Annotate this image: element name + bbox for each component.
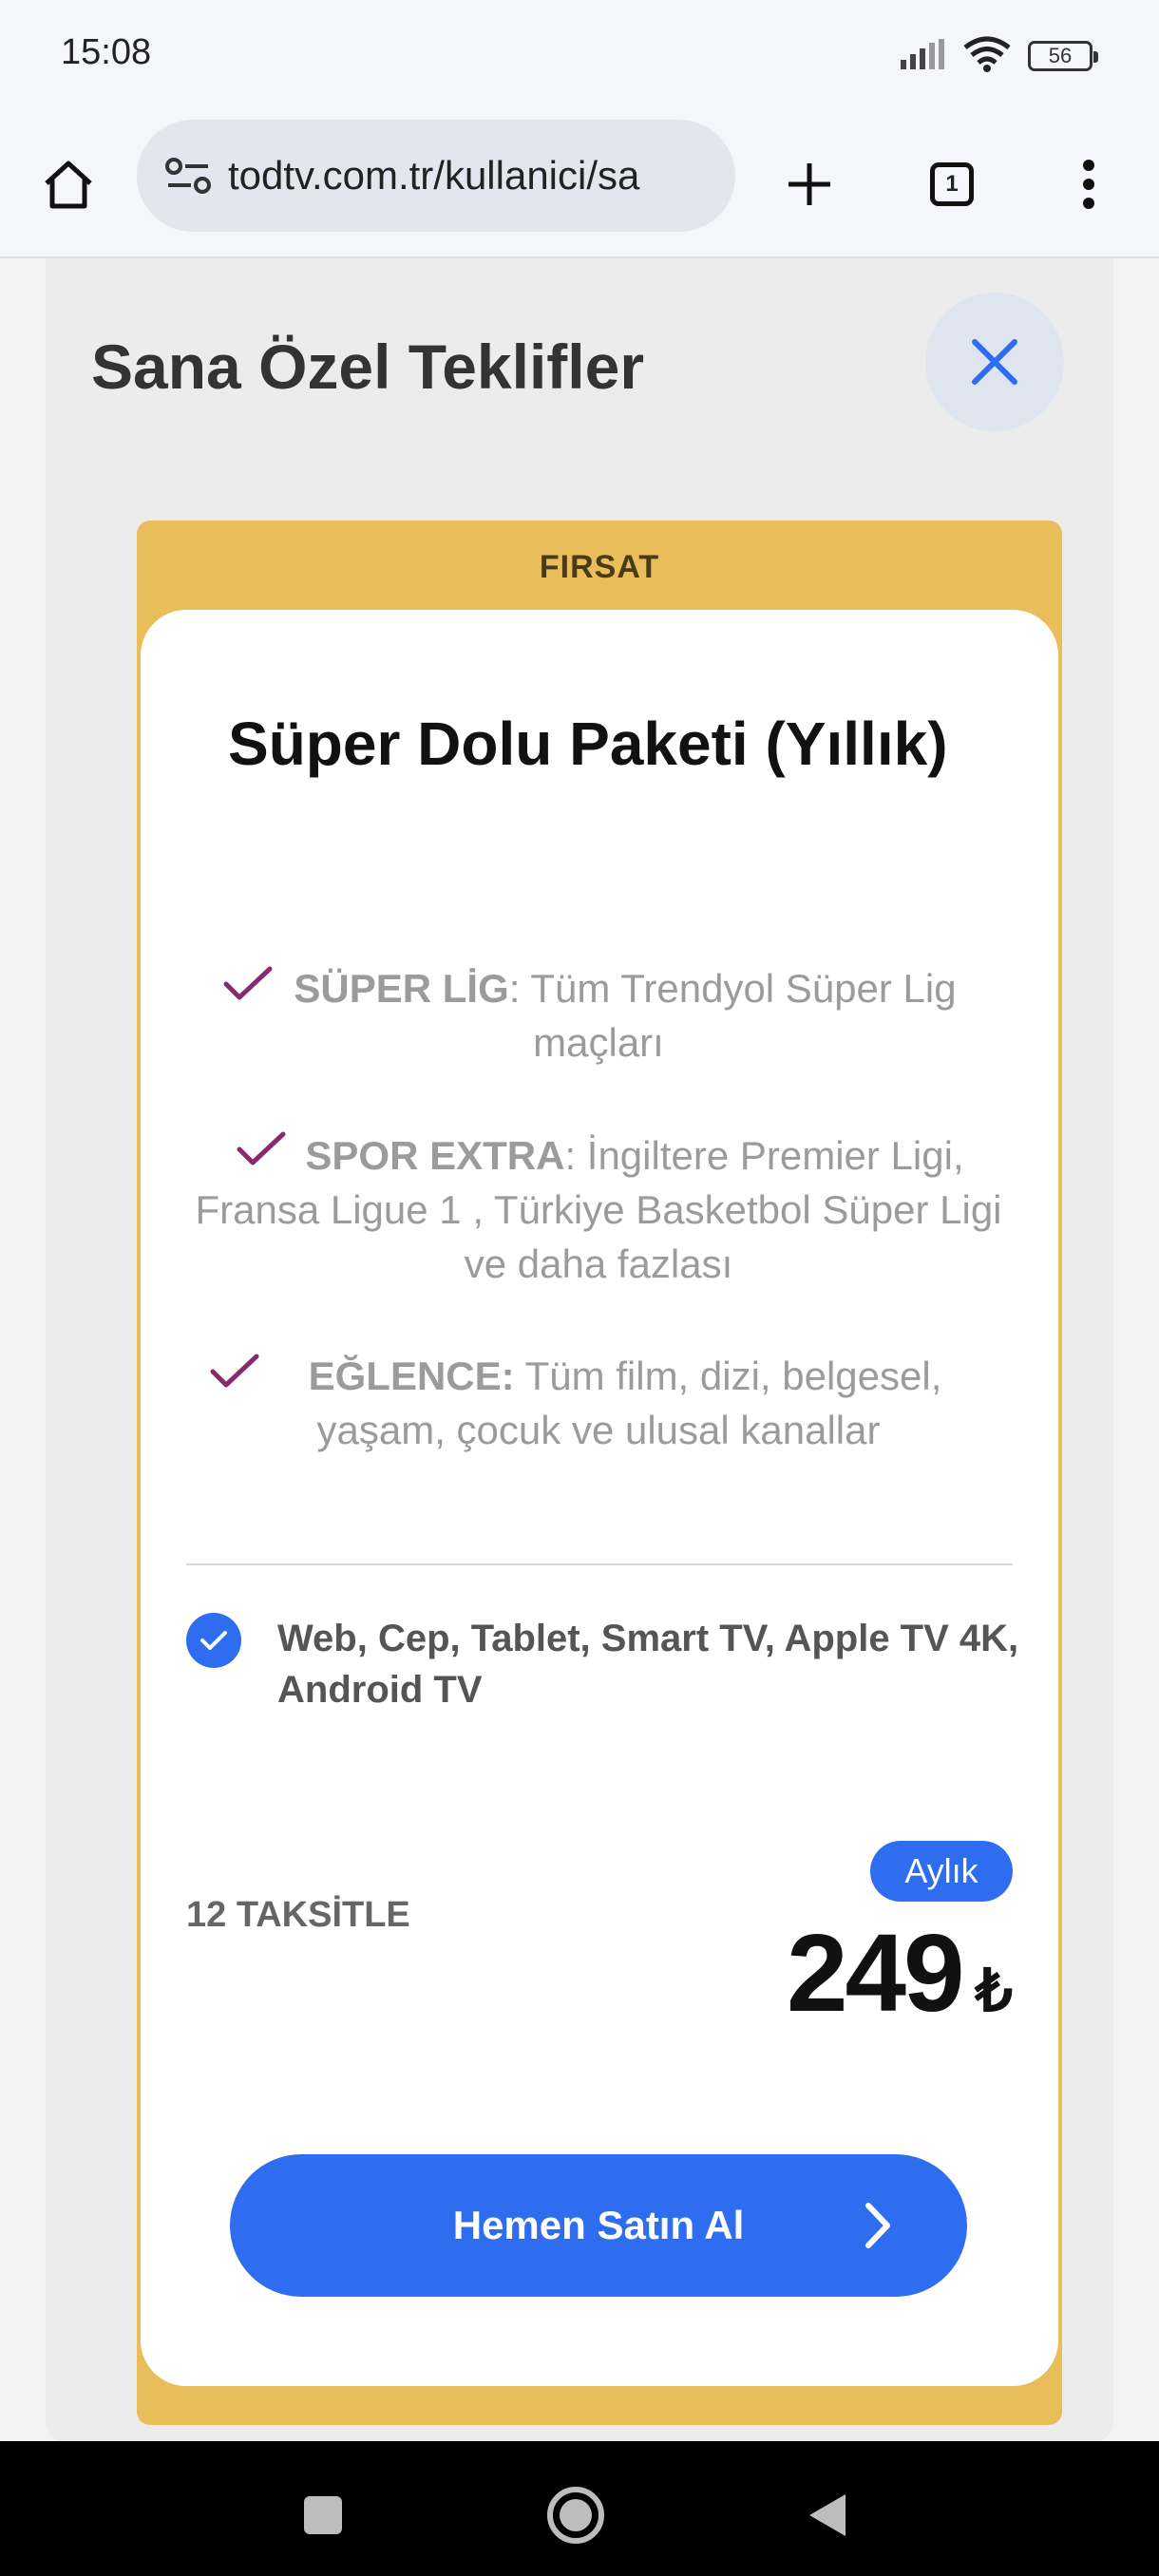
tab-switcher-button[interactable]: 1 [918,150,986,218]
feature-sep: : [564,1133,587,1178]
buy-now-button[interactable]: Hemen Satın Al [230,2154,967,2297]
recents-button[interactable] [289,2481,357,2549]
feature-name: EĞLENCE: [308,1354,515,1398]
close-icon [972,339,1017,385]
wifi-icon [963,36,1011,77]
price-currency: ₺ [975,1959,1013,2024]
feature-sep [515,1354,525,1398]
home-nav-button[interactable] [542,2481,610,2549]
status-icons: 56 [901,36,1098,77]
address-bar[interactable]: todtv.com.tr/kullanici/sa [137,120,735,232]
feature-name: SPOR EXTRA [305,1133,565,1178]
battery-icon: 56 [1028,41,1098,71]
price-amount: 249 [787,1911,965,2035]
system-nav-bar [0,2441,1159,2576]
more-vert-icon [1083,160,1094,209]
home-icon [45,161,92,209]
chevron-right-icon [865,2203,890,2248]
home-button[interactable] [34,150,103,218]
divider [186,1563,1013,1565]
offer-badge: FIRSAT [539,548,660,585]
devices-check-icon [186,1613,241,1668]
close-button[interactable] [925,293,1064,431]
plus-icon [788,163,830,205]
installments-label: 12 TAKSİTLE [186,1895,410,1935]
feature-desc: Tüm Trendyol Süper Lig maçları [530,966,957,1065]
feature-spor-extra: SPOR EXTRA: İngiltere Premier Ligi, Fran… [195,1128,1002,1291]
feature-super-lig: SÜPER LİG: Tüm Trendyol Süper Lig maçlar… [195,961,1002,1070]
more-menu-button[interactable] [1054,150,1123,218]
battery-level: 56 [1048,44,1073,67]
signal-icon [901,38,946,74]
circle-home-icon [547,2487,604,2544]
panel-title: Sana Özel Teklifler [91,331,645,402]
back-triangle-icon [809,2494,846,2536]
price: 249 ₺ [787,1909,1013,2036]
square-icon [304,2496,342,2534]
tab-count: 1 [930,162,974,206]
feature-name: SÜPER LİG [294,966,509,1011]
offer-card [141,610,1058,2386]
feature-sep: : [508,966,531,1011]
site-settings-icon[interactable] [162,149,215,202]
feature-eglence: EĞLENCE: Tüm film, dizi, belgesel, yaşam… [195,1349,1002,1457]
url-text[interactable]: todtv.com.tr/kullanici/sa [228,153,639,199]
status-bar: 15:08 56 [0,0,1159,114]
new-tab-button[interactable] [775,150,844,218]
period-badge: Aylık [870,1841,1013,1902]
buy-now-label: Hemen Satın Al [452,2203,745,2247]
back-button[interactable] [792,2481,861,2549]
browser-toolbar: todtv.com.tr/kullanici/sa 1 [0,114,1159,258]
status-time: 15:08 [61,32,152,72]
offer-title: Süper Dolu Paketi (Yıllık) [228,710,948,778]
supported-devices: Web, Cep, Tablet, Smart TV, Apple TV 4K,… [277,1618,1019,1711]
